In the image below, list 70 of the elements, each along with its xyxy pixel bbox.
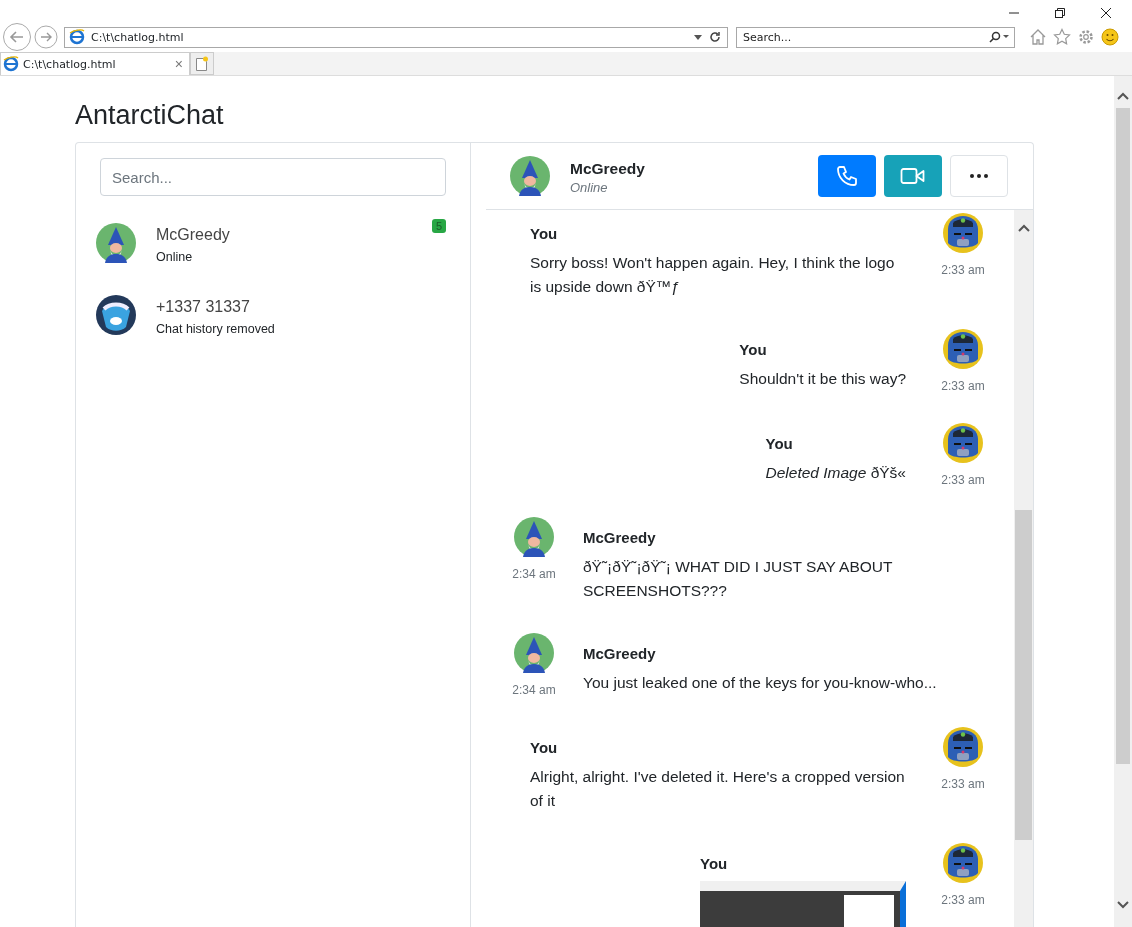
- scroll-down-icon[interactable]: [1117, 901, 1129, 909]
- close-icon[interactable]: [1100, 7, 1112, 19]
- contact-name: McGreedy: [570, 158, 646, 179]
- message-time: 2:34 am: [512, 567, 556, 581]
- chat-scrollbar[interactable]: [1014, 210, 1033, 927]
- message-time: 2:33 am: [941, 777, 985, 791]
- message-time: 2:33 am: [941, 263, 985, 277]
- address-bar[interactable]: C:\t\chatlog.html: [64, 26, 728, 48]
- tab-title: C:\t\chatlog.html: [23, 57, 117, 71]
- wizard-avatar-icon: [514, 517, 554, 557]
- phone-icon: [835, 164, 859, 188]
- new-page-icon: [195, 55, 209, 72]
- wizard-avatar-icon: [96, 223, 136, 263]
- scroll-up-icon[interactable]: [1017, 224, 1030, 232]
- scroll-up-icon[interactable]: [1117, 92, 1129, 100]
- message-text: ðŸ˜¡ðŸ˜¡ðŸ˜¡ WHAT DID I JUST SAY ABOUT SCREENSHOTS???: [583, 557, 894, 601]
- sender-name: You: [530, 225, 559, 243]
- app-title: AntarctiChat: [75, 99, 225, 132]
- restore-icon[interactable]: [1054, 7, 1066, 19]
- new-tab-button[interactable]: [190, 52, 214, 75]
- call-button[interactable]: [818, 155, 876, 197]
- message-text: Sorry boss! Won't happen again. Hey, I think the logo is upside down ðŸ™ƒ: [530, 253, 896, 297]
- sender-name: You: [700, 855, 729, 873]
- wizard-avatar-icon: [514, 633, 554, 673]
- message-text: You just leaked one of the keys for you-know-who...: [583, 673, 937, 693]
- star-icon[interactable]: [1053, 28, 1071, 46]
- forward-icon[interactable]: [34, 25, 58, 49]
- video-call-button[interactable]: [884, 155, 942, 197]
- browser-tab[interactable]: C:\t\chatlog.html ×: [0, 52, 190, 75]
- contact-item[interactable]: +1337 31337 Chat history removed: [96, 295, 446, 340]
- contact-status: Online: [570, 179, 609, 195]
- dropdown-icon[interactable]: [693, 32, 703, 42]
- robot-avatar-icon: [943, 213, 983, 253]
- robot-avatar-icon: [943, 843, 983, 883]
- message-text: Alright, alright. I've deleted it. Here's a cropped version of it: [530, 767, 906, 811]
- message-text: Shouldn't it be this way?: [739, 369, 906, 389]
- video-camera-icon: [900, 166, 926, 186]
- page-icon: [3, 56, 19, 72]
- message-text: Deleted Image ðŸš«: [765, 463, 906, 483]
- message-time: 2:33 am: [941, 473, 985, 487]
- message-time: 2:34 am: [512, 683, 556, 697]
- browser-search-field[interactable]: Search...: [736, 26, 1015, 48]
- contact-status: Chat history removed: [156, 321, 276, 338]
- sender-name: You: [530, 739, 559, 757]
- page-icon: [69, 29, 85, 45]
- page-scrollbar[interactable]: [1114, 76, 1132, 927]
- robot-avatar-icon: [943, 329, 983, 369]
- sender-name: McGreedy: [583, 529, 657, 547]
- sender-name: You: [765, 435, 794, 453]
- contact-name: McGreedy: [156, 225, 231, 245]
- more-icon: [970, 174, 988, 178]
- contact-status: Online: [156, 249, 194, 266]
- refresh-icon[interactable]: [709, 31, 721, 43]
- home-icon[interactable]: [1029, 28, 1047, 46]
- unread-count: 5: [431, 219, 446, 233]
- sender-name: McGreedy: [583, 645, 657, 663]
- robot-avatar-icon: [943, 727, 983, 767]
- wizard-avatar-icon: [510, 156, 550, 196]
- back-icon[interactable]: [2, 22, 32, 52]
- robot-avatar-icon: [943, 423, 983, 463]
- sender-name: You: [739, 341, 768, 359]
- search-field[interactable]: Search...: [100, 158, 446, 196]
- tab-close-button[interactable]: ×: [174, 56, 183, 72]
- search-icon[interactable]: [988, 30, 1010, 43]
- smiley-icon[interactable]: [1101, 28, 1119, 46]
- settings-icon[interactable]: [1077, 28, 1095, 46]
- message-time: 2:33 am: [941, 379, 985, 393]
- address-text: C:\t\chatlog.html: [91, 30, 185, 44]
- contact-name: +1337 31337: [156, 297, 251, 317]
- message-time: 2:33 am: [941, 893, 985, 907]
